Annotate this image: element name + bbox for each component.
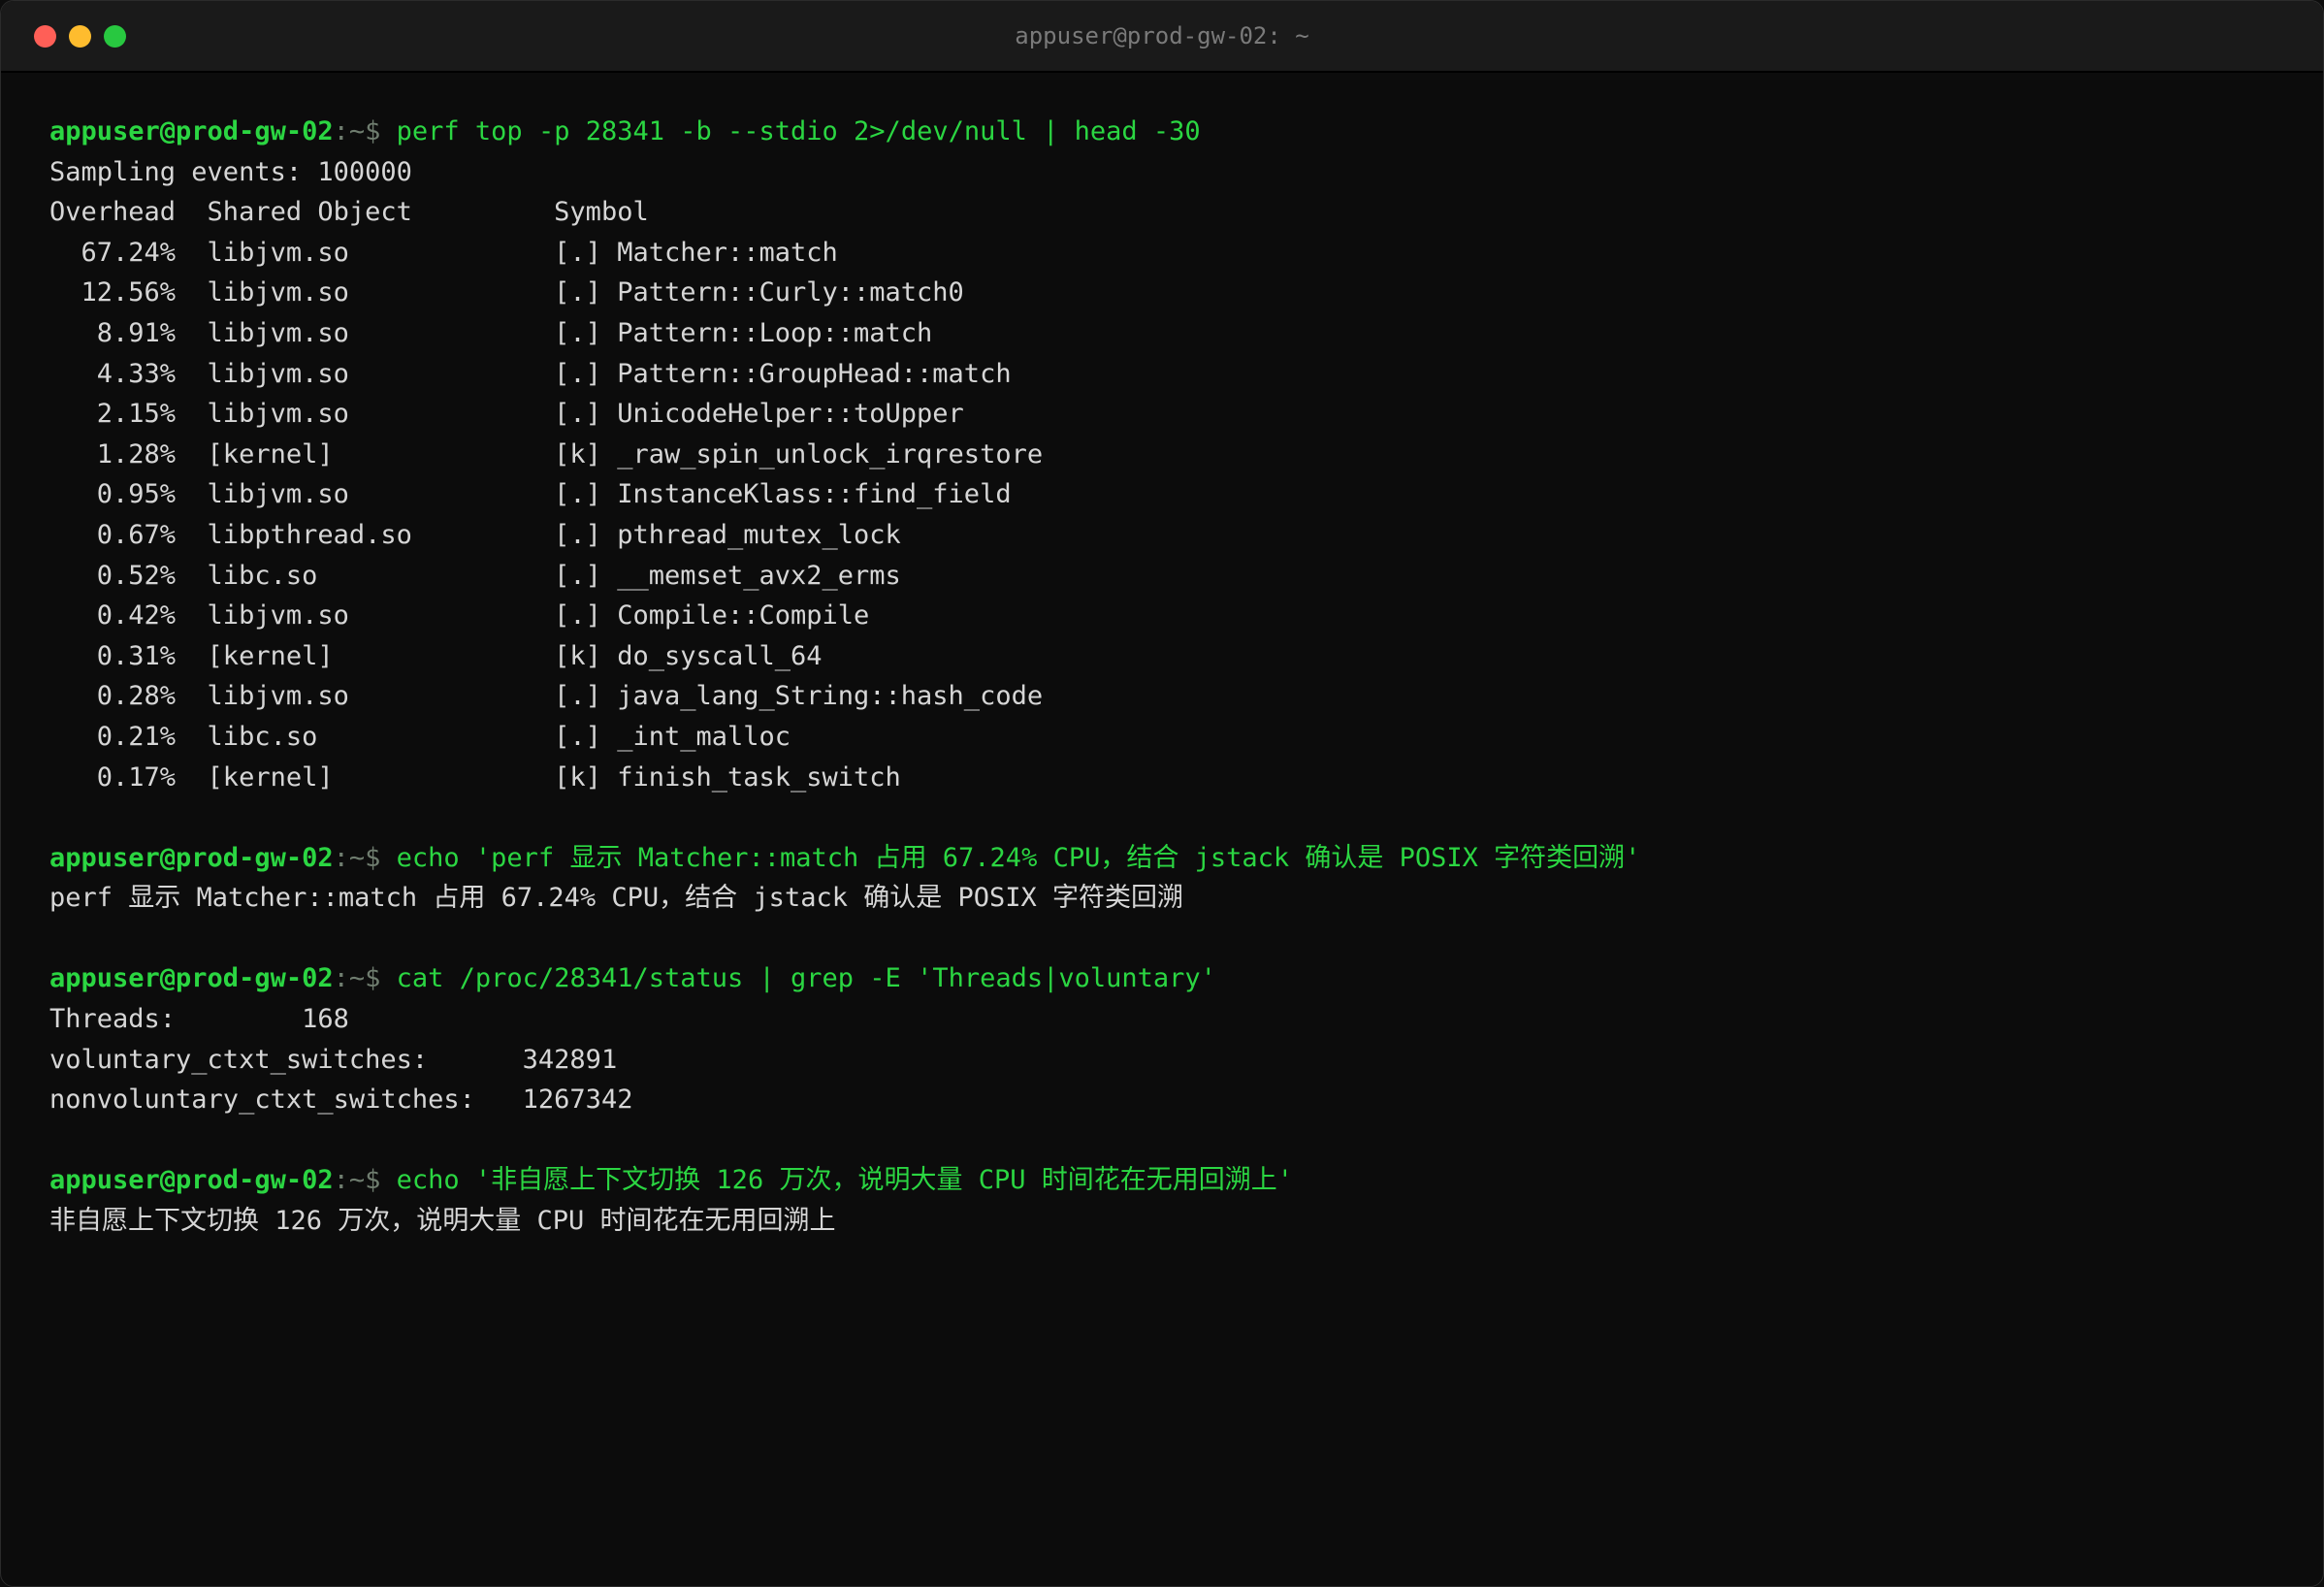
command-line: appuser@prod-gw-02:~$ perf top -p 28341 … xyxy=(49,112,1640,152)
output-line: 67.24% libjvm.so [.] Matcher::match xyxy=(49,237,838,268)
title-bar[interactable]: appuser@prod-gw-02: ~ xyxy=(1,1,2323,73)
command-text: perf top -p 28341 -b --stdio 2>/dev/null… xyxy=(396,116,1201,146)
output-line: 0.42% libjvm.so [.] Compile::Compile xyxy=(49,600,870,632)
command-line: appuser@prod-gw-02:~$ echo 'perf 显示 Matc… xyxy=(49,838,1640,879)
command-text: cat /proc/28341/status | grep -E 'Thread… xyxy=(396,963,1216,994)
prompt-user-host: appuser@prod-gw-02 xyxy=(49,116,334,146)
output-line: Overhead Shared Object Symbol xyxy=(49,197,649,228)
output-line: Sampling events: 100000 xyxy=(49,156,412,187)
output-line: 0.17% [kernel] [k] finish_task_switch xyxy=(49,761,901,793)
command-text: echo '非自愿上下文切换 126 万次，说明大量 CPU 时间花在无用回溯上… xyxy=(396,1165,1293,1196)
output-line: 0.21% libc.so [.] _int_malloc xyxy=(49,721,791,752)
output-line: 0.31% [kernel] [k] do_syscall_64 xyxy=(49,640,823,671)
command-line: appuser@prod-gw-02:~$ echo '非自愿上下文切换 126… xyxy=(49,1160,1640,1201)
output-line: 8.91% libjvm.so [.] Pattern::Loop::match xyxy=(49,317,933,348)
output-line: 12.56% libjvm.so [.] Pattern::Curly::mat… xyxy=(49,277,964,308)
output-line: 非自愿上下文切换 126 万次，说明大量 CPU 时间花在无用回溯上 xyxy=(49,1206,836,1237)
prompt-path: :~$ xyxy=(333,842,397,873)
output-line: 0.67% libpthread.so [.] pthread_mutex_lo… xyxy=(49,519,901,550)
terminal-output[interactable]: appuser@prod-gw-02:~$ perf top -p 28341 … xyxy=(49,112,1640,1242)
output-line: 2.15% libjvm.so [.] UnicodeHelper::toUpp… xyxy=(49,399,964,430)
window-title: appuser@prod-gw-02: ~ xyxy=(1015,22,1309,49)
prompt-path: :~$ xyxy=(333,116,397,146)
output-line: voluntary_ctxt_switches: 342891 xyxy=(49,1044,618,1075)
prompt-user-host: appuser@prod-gw-02 xyxy=(49,963,334,994)
output-line: nonvoluntary_ctxt_switches: 1267342 xyxy=(49,1085,633,1116)
output-line: 0.28% libjvm.so [.] java_lang_String::ha… xyxy=(49,681,1044,712)
output-line: 1.28% [kernel] [k] _raw_spin_unlock_irqr… xyxy=(49,438,1044,470)
command-text: echo 'perf 显示 Matcher::match 占用 67.24% C… xyxy=(396,842,1641,873)
output-line: perf 显示 Matcher::match 占用 67.24% CPU，结合 … xyxy=(49,883,1184,914)
prompt-user-host: appuser@prod-gw-02 xyxy=(49,1165,334,1196)
command-line: appuser@prod-gw-02:~$ cat /proc/28341/st… xyxy=(49,958,1640,999)
prompt-path: :~$ xyxy=(333,1165,397,1196)
prompt-user-host: appuser@prod-gw-02 xyxy=(49,842,334,873)
output-line: Threads: 168 xyxy=(49,1004,349,1035)
output-line: 4.33% libjvm.so [.] Pattern::GroupHead::… xyxy=(49,358,1012,389)
output-line: 0.52% libc.so [.] __memset_avx2_erms xyxy=(49,560,901,591)
output-line: 0.95% libjvm.so [.] InstanceKlass::find_… xyxy=(49,479,1012,510)
terminal-window: appuser@prod-gw-02: ~ appuser@prod-gw-02… xyxy=(0,0,2324,1587)
prompt-path: :~$ xyxy=(333,963,397,994)
